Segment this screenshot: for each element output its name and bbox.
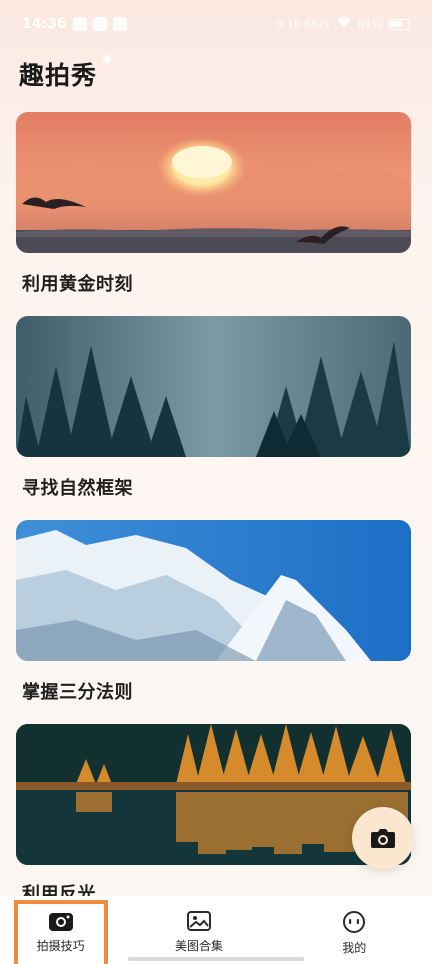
- nav-tab-shooting-tips[interactable]: 拍摄技巧: [13, 900, 108, 964]
- profile-icon: [343, 911, 366, 933]
- sunset-birds-image: [16, 112, 411, 253]
- status-time: 14:36: [22, 16, 67, 32]
- tip-card-image[interactable]: [16, 316, 411, 457]
- app-notification-icon: [72, 17, 87, 31]
- bottom-navigation: 拍摄技巧 美图合集 我的: [0, 896, 432, 964]
- tip-card-image[interactable]: [16, 520, 411, 661]
- nav-label: 我的: [342, 941, 367, 955]
- battery-level: 81%: [357, 17, 382, 31]
- tiktok-icon: [92, 17, 107, 31]
- tip-card-image[interactable]: [16, 112, 411, 253]
- snowy-mountains-image: [16, 520, 411, 661]
- battery-icon: [388, 18, 410, 30]
- nav-label: 美图合集: [174, 939, 223, 953]
- status-bar: 14:36 0.10 KB/S 81%: [0, 0, 432, 48]
- camera-fab-button[interactable]: [352, 807, 414, 869]
- camera-icon: [48, 913, 73, 931]
- notification-icon: [112, 17, 127, 31]
- gallery-icon: [186, 911, 211, 931]
- nav-label: 拍摄技巧: [36, 939, 85, 953]
- home-indicator[interactable]: [128, 957, 304, 961]
- page-title: 趣拍秀: [19, 61, 98, 90]
- tip-card-title[interactable]: 寻找自然框架: [22, 474, 133, 500]
- tip-card-title[interactable]: 掌握三分法则: [22, 678, 133, 704]
- wifi-icon: [336, 16, 352, 32]
- sparkle-icon: ✦: [100, 50, 116, 71]
- camera-icon: [371, 829, 395, 848]
- nav-tab-profile[interactable]: 我的: [294, 910, 414, 956]
- misty-forest-image: [16, 316, 411, 457]
- tip-card-title[interactable]: 利用黄金时刻: [22, 270, 133, 296]
- network-speed: 0.10 KB/S: [276, 17, 330, 31]
- nav-tab-gallery[interactable]: 美图合集: [139, 910, 259, 954]
